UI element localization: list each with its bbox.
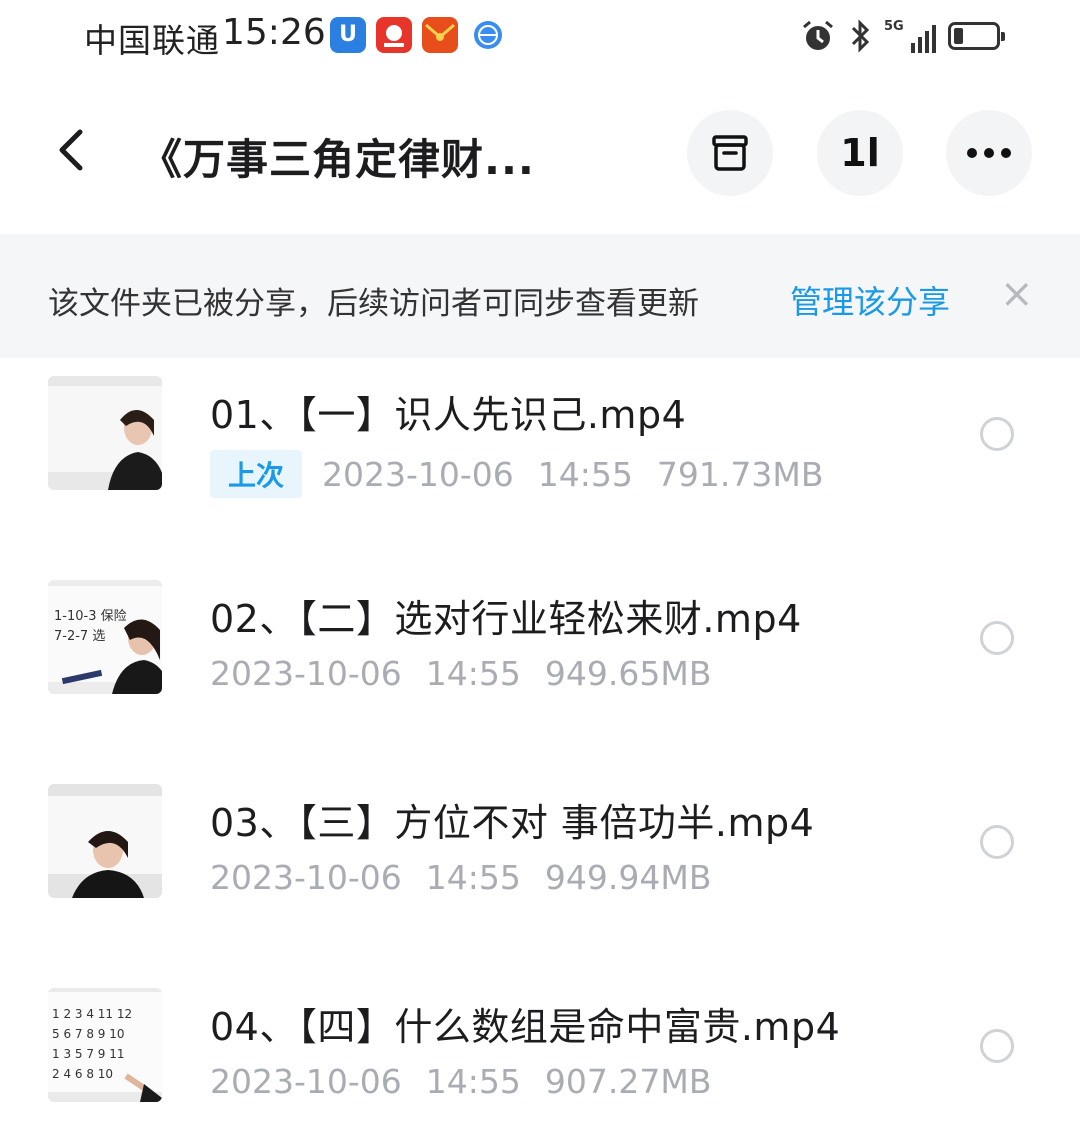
file-date: 2023-10-06 bbox=[322, 454, 514, 494]
share-notice-banner: 该文件夹已被分享，后续访问者可同步查看更新 管理该分享 × bbox=[0, 234, 1080, 358]
page-title: 《万事三角定律财... bbox=[140, 135, 535, 184]
select-radio[interactable] bbox=[980, 1029, 1014, 1063]
archive-icon bbox=[712, 135, 748, 171]
bluetooth-icon bbox=[851, 19, 870, 53]
select-radio[interactable] bbox=[980, 825, 1014, 859]
manage-share-link[interactable]: 管理该分享 bbox=[790, 277, 950, 323]
carrier-label: 中国联通 bbox=[84, 21, 220, 60]
file-size: 907.27MB bbox=[544, 1062, 712, 1101]
status-bar: 中国联通 15:26 U 5G bbox=[0, 0, 1080, 80]
red-envelope-icon bbox=[422, 17, 458, 53]
file-time: 14:55 bbox=[537, 454, 633, 494]
file-time: 14:55 bbox=[425, 654, 521, 693]
svg-text:5 6 7 8 9 10: 5 6 7 8 9 10 bbox=[52, 1027, 125, 1041]
video-thumbnail: 1-10-3 保险 7-2-7 选 bbox=[48, 580, 162, 694]
file-name: 03、【三】方位不对 事倍功半.mp4 bbox=[210, 801, 815, 845]
video-thumbnail bbox=[48, 784, 162, 898]
file-size: 791.73MB bbox=[656, 454, 824, 494]
video-thumbnail: 1 2 3 4 11 12 5 6 7 8 9 10 1 3 5 7 9 11 … bbox=[48, 988, 162, 1102]
select-radio[interactable] bbox=[980, 621, 1014, 655]
chevron-left-icon bbox=[59, 129, 83, 171]
alarm-icon bbox=[803, 20, 833, 50]
more-icon bbox=[967, 148, 1011, 158]
5g-signal-icon: 5G bbox=[884, 19, 936, 53]
list-item[interactable]: 1 2 3 4 11 12 5 6 7 8 9 10 1 3 5 7 9 11 … bbox=[0, 970, 1080, 1144]
list-item[interactable]: 1-10-3 保险 7-2-7 选 02、【二】选对行业轻松来财.mp4 202… bbox=[0, 562, 1080, 766]
back-button[interactable] bbox=[48, 126, 96, 174]
close-banner-button[interactable]: × bbox=[1000, 274, 1034, 314]
list-item[interactable]: 03、【三】方位不对 事倍功半.mp4 2023-10-06 14:55 949… bbox=[0, 766, 1080, 970]
file-date: 2023-10-06 bbox=[210, 858, 402, 897]
more-button[interactable] bbox=[946, 110, 1032, 196]
share-notice-text: 该文件夹已被分享，后续访问者可同步查看更新 bbox=[48, 286, 699, 322]
file-name: 04、【四】什么数组是命中富贵.mp4 bbox=[210, 1005, 841, 1049]
svg-text:1-10-3 保险: 1-10-3 保险 bbox=[54, 609, 127, 624]
file-meta: 2023-10-06 14:55 907.27MB bbox=[210, 1062, 735, 1101]
svg-text:1 3 5 7 9 11: 1 3 5 7 9 11 bbox=[52, 1047, 125, 1061]
file-meta: 2023-10-06 14:55 949.65MB bbox=[210, 654, 735, 693]
list-item[interactable]: 01、【一】识人先识己.mp4 上次 2023-10-06 14:55 791.… bbox=[0, 358, 1080, 562]
network-type-label: 5G bbox=[884, 19, 904, 34]
last-viewed-badge: 上次 bbox=[210, 450, 303, 498]
file-date: 2023-10-06 bbox=[210, 1062, 402, 1101]
shield-app-icon: U bbox=[330, 17, 366, 53]
notification-icons: U bbox=[330, 17, 502, 53]
system-icons: 5G bbox=[800, 18, 1005, 54]
red-app-icon bbox=[376, 17, 412, 53]
file-size: 949.65MB bbox=[544, 654, 712, 693]
svg-text:1 2 3 4 11 12: 1 2 3 4 11 12 bbox=[52, 1007, 132, 1021]
sort-icon: 1l bbox=[840, 131, 880, 175]
file-name: 01、【一】识人先识己.mp4 bbox=[210, 393, 687, 437]
battery-icon bbox=[948, 22, 1005, 50]
svg-text:2 4 6 8 10: 2 4 6 8 10 bbox=[52, 1067, 113, 1081]
globe-icon bbox=[474, 21, 502, 49]
video-thumbnail bbox=[48, 376, 162, 490]
archive-button[interactable] bbox=[687, 110, 773, 196]
sort-button[interactable]: 1l bbox=[817, 110, 903, 196]
file-time: 14:55 bbox=[425, 858, 521, 897]
clock: 15:26 bbox=[222, 12, 326, 53]
file-meta: 上次 2023-10-06 14:55 791.73MB bbox=[210, 450, 848, 498]
select-radio[interactable] bbox=[980, 417, 1014, 451]
file-date: 2023-10-06 bbox=[210, 654, 402, 693]
svg-text:7-2-7 选: 7-2-7 选 bbox=[54, 629, 105, 644]
file-name: 02、【二】选对行业轻松来财.mp4 bbox=[210, 597, 802, 641]
file-size: 949.94MB bbox=[544, 858, 712, 897]
file-meta: 2023-10-06 14:55 949.94MB bbox=[210, 858, 735, 897]
file-time: 14:55 bbox=[425, 1062, 521, 1101]
top-app-bar: 《万事三角定律财... 1l bbox=[0, 80, 1080, 234]
